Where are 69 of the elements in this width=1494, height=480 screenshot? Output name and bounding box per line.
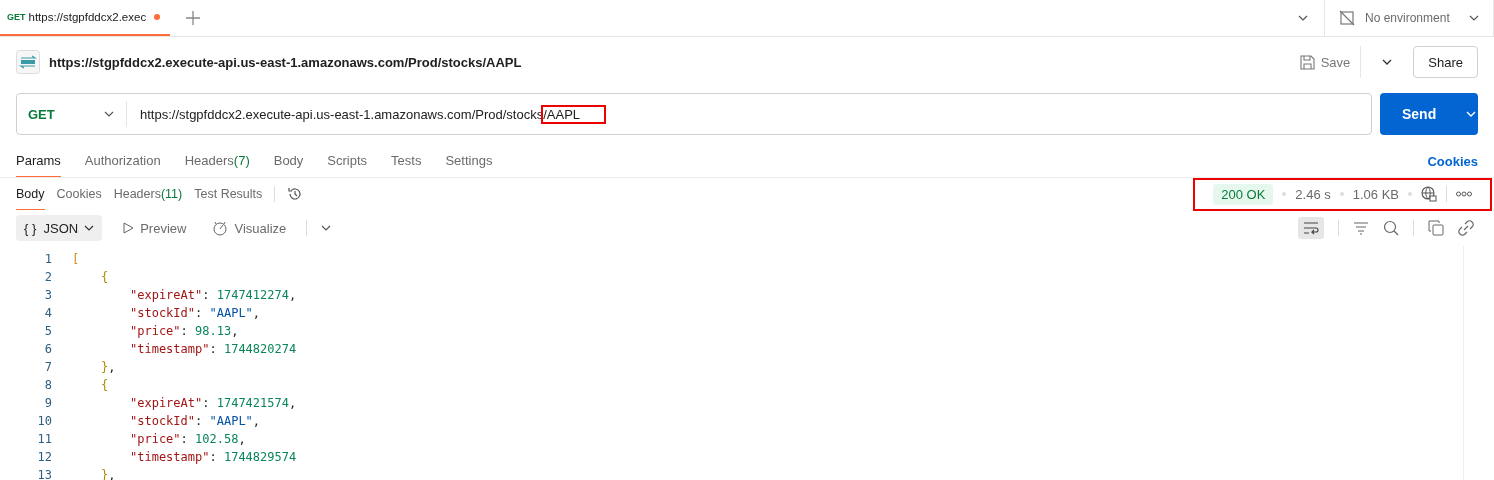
response-tab[interactable]: Headers(11) — [113, 178, 183, 210]
http-icon — [16, 50, 40, 74]
no-environment-icon — [1339, 10, 1355, 26]
chevron-down-icon — [84, 225, 95, 231]
wrap-lines-button[interactable] — [1298, 217, 1324, 239]
line-number: 4 — [43, 306, 53, 320]
line-number: 2 — [43, 270, 53, 284]
code-line: }, — [101, 360, 116, 374]
more-icon[interactable] — [1456, 191, 1472, 197]
chevron-down-icon[interactable] — [1382, 59, 1393, 65]
link-icon[interactable] — [1458, 220, 1474, 236]
gauge-icon — [212, 220, 229, 236]
chevron-down-icon — [1469, 15, 1479, 21]
line-number: 12 — [36, 450, 53, 464]
line-number: 3 — [43, 288, 53, 302]
method-selector[interactable]: GET — [17, 101, 127, 127]
globe-lock-icon[interactable] — [1421, 186, 1437, 202]
response-time: 2.46 s — [1295, 186, 1331, 202]
response-size: 1.06 KB — [1352, 186, 1399, 202]
code-line: "timestamp": 1744820274 — [130, 342, 297, 356]
response-tab[interactable]: Cookies — [56, 178, 102, 210]
cookies-link[interactable]: Cookies — [1427, 153, 1478, 169]
response-tab[interactable]: Test Results — [194, 178, 263, 210]
wrap-lines-icon — [1303, 221, 1319, 235]
request-section-tab[interactable]: Authorization — [84, 145, 161, 177]
line-number: 7 — [43, 360, 53, 374]
request-tab[interactable]: GET https://stgpfddcx2.exec — [0, 0, 171, 36]
line-number: 13 — [36, 468, 53, 480]
line-number: 9 — [43, 396, 53, 410]
status-badge: 200 OK — [1213, 183, 1274, 205]
chevron-down-icon — [104, 111, 114, 117]
format-selector[interactable]: { } JSON — [16, 215, 103, 241]
line-number: 8 — [43, 378, 53, 392]
line-number: 1 — [43, 252, 53, 266]
copy-icon[interactable] — [1428, 220, 1444, 236]
response-tab[interactable]: Body — [16, 178, 45, 210]
code-line: "stockId": "AAPL", — [130, 306, 261, 320]
save-button[interactable]: Save — [1289, 46, 1362, 78]
code-line: "expireAt": 1747412274, — [130, 288, 297, 302]
code-line: "expireAt": 1747421574, — [130, 396, 297, 410]
code-line: "price": 98.13, — [130, 324, 239, 338]
line-number: 10 — [36, 414, 53, 428]
share-button[interactable]: Share — [1413, 46, 1478, 78]
line-number: 11 — [36, 432, 53, 446]
request-section-tab[interactable]: Params — [16, 145, 61, 177]
request-section-tab[interactable]: Body — [273, 145, 304, 177]
request-section-tab[interactable]: Scripts — [327, 145, 368, 177]
line-number: 5 — [43, 324, 53, 338]
request-title: https://stgpfddcx2.execute-api.us-east-1.amazonaws.com/Prod/stocks/AAPL — [49, 54, 522, 70]
request-section-tab[interactable]: Settings — [445, 145, 493, 177]
history-icon[interactable] — [287, 186, 304, 202]
play-icon — [122, 222, 135, 234]
code-line: "timestamp": 1744829574 — [130, 450, 297, 464]
send-button[interactable]: Send — [1380, 93, 1478, 135]
preview-button[interactable]: Preview — [116, 219, 193, 237]
request-section-tab[interactable]: Headers(7) — [184, 145, 250, 177]
code-line: "stockId": "AAPL", — [130, 414, 261, 428]
request-section-tab[interactable]: Tests — [391, 145, 422, 177]
line-number: 6 — [43, 342, 53, 356]
code-line: { — [101, 378, 109, 392]
chevron-down-icon — [1466, 111, 1477, 117]
code-line: [ — [72, 252, 80, 266]
chevron-down-icon[interactable] — [1298, 15, 1308, 21]
search-icon[interactable] — [1383, 220, 1399, 236]
chevron-down-icon[interactable] — [321, 225, 332, 231]
visualize-button[interactable]: Visualize — [206, 219, 293, 237]
code-line: { — [101, 270, 109, 284]
code-line: "price": 102.58, — [130, 432, 246, 446]
environment-selector[interactable]: No environment — [1324, 0, 1494, 36]
